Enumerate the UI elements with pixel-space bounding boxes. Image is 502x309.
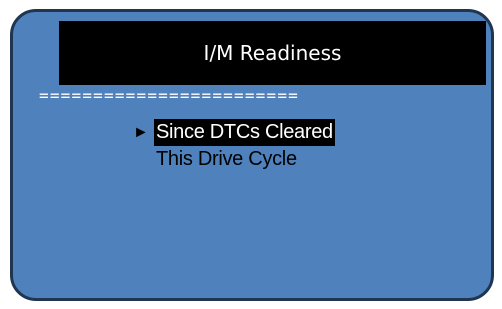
menu-list: ► Since DTCs Cleared This Drive Cycle	[133, 119, 335, 173]
selection-pointer-icon: ►	[133, 124, 149, 141]
menu-item-this-drive-cycle[interactable]: This Drive Cycle	[133, 146, 335, 173]
separator-line: ========================	[39, 86, 299, 105]
menu-item-label: Since DTCs Cleared	[154, 119, 335, 146]
screen-title: I/M Readiness	[203, 41, 342, 65]
title-bar: I/M Readiness	[59, 21, 486, 85]
device-screen: I/M Readiness ======================== ►…	[10, 9, 494, 301]
menu-item-label: This Drive Cycle	[156, 148, 297, 170]
menu-item-since-dtcs-cleared[interactable]: ► Since DTCs Cleared	[133, 119, 335, 146]
